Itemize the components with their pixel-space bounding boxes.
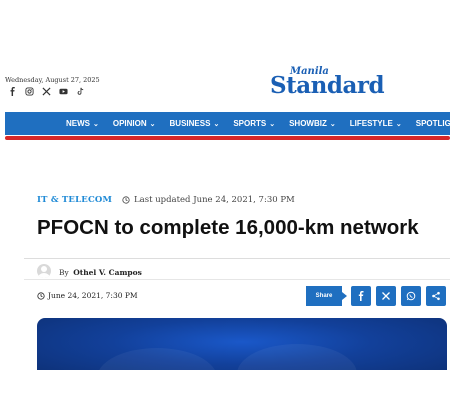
page-bottom-blank <box>0 370 450 410</box>
nav-item-showbiz[interactable]: SHOWBIZ ⌄ <box>289 119 336 128</box>
share-label: Share <box>306 286 347 306</box>
clock-icon <box>122 196 130 204</box>
publish-date-text: June 24, 2021, 7:30 PM <box>48 291 138 300</box>
chevron-down-icon: ⌄ <box>395 120 402 128</box>
facebook-icon[interactable] <box>7 86 17 96</box>
clock-icon <box>37 291 45 300</box>
instagram-icon[interactable] <box>24 86 34 96</box>
share-icon <box>432 291 440 301</box>
facebook-icon <box>358 291 364 301</box>
chevron-down-icon: ⌄ <box>149 120 156 128</box>
x-icon <box>382 292 390 300</box>
nav-accent-bar <box>5 136 450 140</box>
chevron-down-icon: ⌄ <box>269 120 276 128</box>
author-prefix: By <box>59 268 69 277</box>
avatar[interactable] <box>37 264 51 278</box>
header-date: Wednesday, August 27, 2025 <box>5 76 100 84</box>
nav-item-lifestyle[interactable]: LIFESTYLE ⌄ <box>350 119 402 128</box>
tiktok-icon[interactable] <box>75 86 85 96</box>
nav-item-spotlight[interactable]: SPOTLIGHT <box>416 119 450 128</box>
share-more-button[interactable] <box>426 286 446 306</box>
logo-standard: Standard <box>270 72 385 99</box>
article-featured-image <box>37 318 447 378</box>
main-nav: NEWS ⌄ OPINION ⌄ BUSINESS ⌄ SPORTS ⌄ SHOWBIZ… <box>5 112 450 135</box>
author-name[interactable]: Othel V. Campos <box>73 268 142 277</box>
nav-item-news[interactable]: NEWS ⌄ <box>66 119 99 128</box>
share-x-button[interactable] <box>376 286 396 306</box>
article-category[interactable]: IT & TELECOM <box>37 195 112 205</box>
last-updated: Last updated June 24, 2021, 7:30 PM <box>122 195 295 205</box>
last-updated-text: Last updated June 24, 2021, 7:30 PM <box>134 195 295 205</box>
social-links <box>7 86 85 96</box>
chevron-down-icon: ⌄ <box>93 120 99 128</box>
site-logo[interactable]: Manila Standard <box>270 66 396 99</box>
article-title: PFOCN to complete 16,000-km network <box>37 216 419 239</box>
author-byline: By Othel V. Campos <box>37 262 142 280</box>
x-icon[interactable] <box>41 86 51 96</box>
nav-item-opinion[interactable]: OPINION ⌄ <box>113 119 156 128</box>
chevron-down-icon: ⌄ <box>213 120 220 128</box>
nav-item-sports[interactable]: SPORTS ⌄ <box>233 119 275 128</box>
youtube-icon[interactable] <box>58 86 68 96</box>
share-whatsapp-button[interactable] <box>401 286 421 306</box>
divider <box>24 279 450 280</box>
nav-item-business[interactable]: BUSINESS ⌄ <box>170 119 220 128</box>
chevron-down-icon: ⌄ <box>329 120 336 128</box>
divider <box>24 258 450 259</box>
publish-date: June 24, 2021, 7:30 PM <box>37 291 138 300</box>
share-facebook-button[interactable] <box>351 286 371 306</box>
whatsapp-icon <box>406 291 416 301</box>
